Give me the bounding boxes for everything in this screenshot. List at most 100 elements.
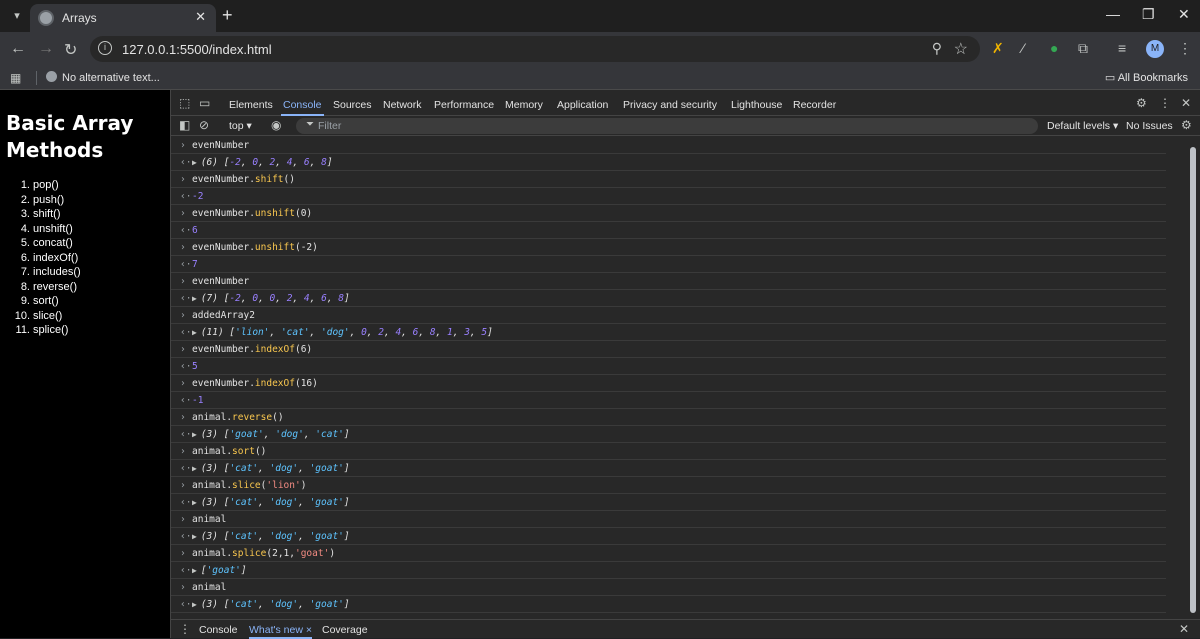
close-window-icon[interactable]: ✕: [1178, 6, 1190, 23]
extension-icon[interactable]: ✗: [992, 40, 1004, 57]
console-input-line[interactable]: › evenNumber: [171, 137, 1166, 154]
devtools-tab-console[interactable]: Console: [281, 99, 324, 116]
zoom-icon[interactable]: ⚲: [932, 40, 942, 57]
console-output-line[interactable]: ‹· 7: [171, 256, 1166, 273]
all-bookmarks-label: All Bookmarks: [1117, 72, 1188, 84]
console-input-line[interactable]: › evenNumber.shift(): [171, 171, 1166, 188]
devtools-tab-memory[interactable]: Memory: [505, 99, 543, 111]
clear-console-icon[interactable]: ⊘: [199, 118, 209, 132]
console-output-line[interactable]: ‹· -1: [171, 392, 1166, 409]
settings-gear-icon[interactable]: ⚙: [1136, 96, 1147, 110]
reload-icon[interactable]: ↻: [64, 40, 77, 60]
back-icon[interactable]: ←: [10, 40, 26, 58]
all-bookmarks-button[interactable]: ▭ All Bookmarks: [1105, 71, 1188, 84]
close-tab-icon[interactable]: ✕: [195, 9, 206, 25]
extension-pin-icon[interactable]: ⁄: [1022, 40, 1024, 56]
devtools-tab-network[interactable]: Network: [383, 99, 422, 111]
devtools-tab-sources[interactable]: Sources: [333, 99, 372, 111]
console-output-line[interactable]: ‹· ▶ (3) ['cat', 'dog', 'goat']: [171, 460, 1166, 477]
extension-color-icon[interactable]: ●: [1050, 40, 1058, 56]
drawer-tab-coverage[interactable]: Coverage: [322, 624, 368, 636]
tab-search-button[interactable]: ▾: [8, 7, 26, 25]
close-devtools-icon[interactable]: ✕: [1181, 96, 1191, 110]
expand-triangle-icon[interactable]: ▶: [192, 328, 197, 337]
device-toolbar-icon[interactable]: ▭: [199, 96, 210, 110]
issues-button[interactable]: No Issues: [1126, 120, 1173, 132]
browser-tab[interactable]: Arrays ✕: [30, 4, 216, 32]
console-input-line[interactable]: › animal.slice('lion'): [171, 477, 1166, 494]
drawer-menu-icon[interactable]: ⋮: [179, 622, 191, 636]
console-input-line[interactable]: › animal.reverse(): [171, 409, 1166, 426]
restore-icon[interactable]: ❐: [1142, 6, 1155, 23]
new-tab-button[interactable]: +: [222, 5, 233, 26]
console-filter-input[interactable]: ⏷ Filter: [296, 118, 1038, 134]
expand-triangle-icon[interactable]: ▶: [192, 566, 197, 575]
bookmark-star-icon[interactable]: ☆: [954, 39, 968, 59]
devtools-menu-icon[interactable]: ⋮: [1159, 96, 1171, 110]
reading-list-icon[interactable]: ≡: [1118, 40, 1126, 56]
console-settings-gear-icon[interactable]: ⚙: [1181, 118, 1192, 132]
console-input-line[interactable]: › animal.sort(): [171, 443, 1166, 460]
url-text[interactable]: 127.0.0.1:5500/index.html: [122, 42, 272, 57]
expand-triangle-icon[interactable]: ▶: [192, 532, 197, 541]
devtools-tab-performance[interactable]: Performance: [434, 99, 494, 111]
devtools-tab-application[interactable]: Application: [557, 99, 608, 111]
menu-kebab-icon[interactable]: ⋮: [1178, 40, 1192, 57]
console-input-line[interactable]: › evenNumber.indexOf(16): [171, 375, 1166, 392]
profile-avatar[interactable]: M: [1146, 40, 1164, 58]
devtools-tab-privacy-and-security[interactable]: Privacy and security: [623, 99, 717, 111]
console-input-line[interactable]: › evenNumber.unshift(-2): [171, 239, 1166, 256]
devtools-tab-recorder[interactable]: Recorder: [793, 99, 836, 111]
site-info-icon[interactable]: i: [98, 41, 112, 55]
method-list-item: 9. sort(): [10, 294, 81, 309]
console-input-line[interactable]: › animal: [171, 511, 1166, 528]
console-output-line[interactable]: ‹· ▶ (3) ['cat', 'dog', 'goat']: [171, 494, 1166, 511]
console-input-line[interactable]: › animal.splice(2,1,'goat'): [171, 545, 1166, 562]
minimize-icon[interactable]: —: [1106, 6, 1120, 22]
console-scrollbar[interactable]: [1187, 137, 1199, 619]
console-output-line[interactable]: ‹· ▶ (3) ['goat', 'dog', 'cat']: [171, 426, 1166, 443]
expand-triangle-icon[interactable]: ▶: [192, 464, 197, 473]
input-prompt-icon: ›: [180, 412, 186, 423]
sidebar-toggle-icon[interactable]: ◧: [179, 118, 190, 132]
console-output-line[interactable]: ‹· 5: [171, 358, 1166, 375]
console-input-line[interactable]: › addedArray2: [171, 307, 1166, 324]
address-bar[interactable]: i 127.0.0.1:5500/index.html ⚲ ☆: [90, 36, 980, 62]
console-output-line[interactable]: ‹· 6: [171, 222, 1166, 239]
console-line-text: ▶ (11) ['lion', 'cat', 'dog', 0, 2, 4, 6,…: [192, 327, 493, 338]
forward-icon[interactable]: →: [38, 40, 54, 58]
drawer-tab-whats-new[interactable]: What's new ×: [249, 624, 312, 639]
console-input-line[interactable]: › evenNumber.unshift(0): [171, 205, 1166, 222]
method-list-item: 1. pop(): [10, 178, 81, 193]
console-line-text: evenNumber.unshift(-2): [192, 242, 318, 253]
devtools-tab-elements[interactable]: Elements: [229, 99, 273, 111]
bookmark-item[interactable]: No alternative text...: [46, 71, 160, 84]
log-levels-dropdown[interactable]: Default levels ▾: [1047, 120, 1118, 132]
close-drawer-icon[interactable]: ✕: [1179, 622, 1189, 636]
console-output-line[interactable]: ‹· ▶ ['goat']: [171, 562, 1166, 579]
live-expression-eye-icon[interactable]: ◉: [271, 118, 281, 132]
console-output-line[interactable]: ‹· -2: [171, 188, 1166, 205]
expand-triangle-icon[interactable]: ▶: [192, 498, 197, 507]
console-input-line[interactable]: › evenNumber.indexOf(6): [171, 341, 1166, 358]
scrollbar-thumb[interactable]: [1190, 147, 1196, 613]
console-output-line[interactable]: ‹· ▶ (6) [-2, 0, 2, 4, 6, 8]: [171, 154, 1166, 171]
console-output-line[interactable]: ‹· ▶ (7) [-2, 0, 0, 2, 4, 6, 8]: [171, 290, 1166, 307]
context-selector[interactable]: top ▾: [229, 120, 252, 132]
console-output-line[interactable]: ‹· ▶ (3) ['cat', 'dog', 'goat']: [171, 528, 1166, 545]
extensions-puzzle-icon[interactable]: ⧉: [1078, 40, 1088, 57]
devtools-tab-lighthouse[interactable]: Lighthouse: [731, 99, 782, 111]
drawer-tab-console[interactable]: Console: [199, 624, 238, 636]
console-input-line[interactable]: › animal: [171, 579, 1166, 596]
expand-triangle-icon[interactable]: ▶: [192, 158, 197, 167]
console-output[interactable]: › evenNumber ‹· ▶ (6) [-2, 0, 2, 4, 6, 8] › ev…: [171, 137, 1200, 619]
inspect-element-icon[interactable]: ⬚: [179, 96, 190, 110]
console-input-line[interactable]: › evenNumber: [171, 273, 1166, 290]
console-output-line[interactable]: ‹· ▶ (11) ['lion', 'cat', 'dog', 0, 2, 4, …: [171, 324, 1166, 341]
apps-grid-icon[interactable]: ▦: [10, 71, 21, 85]
console-output-line[interactable]: ‹· ▶ (3) ['cat', 'dog', 'goat']: [171, 596, 1166, 613]
expand-triangle-icon[interactable]: ▶: [192, 294, 197, 303]
expand-triangle-icon[interactable]: ▶: [192, 600, 197, 609]
expand-triangle-icon[interactable]: ▶: [192, 430, 197, 439]
method-list-item: 10. slice(): [10, 309, 81, 324]
